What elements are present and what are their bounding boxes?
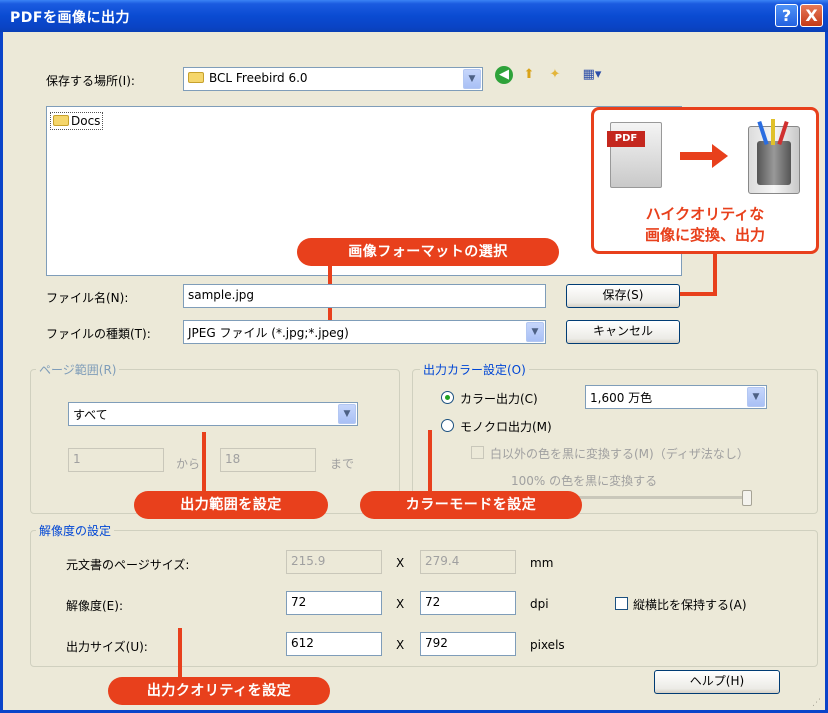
help-button[interactable]: ヘルプ(H) bbox=[654, 670, 780, 694]
page-width-field: 215.9 bbox=[286, 550, 382, 574]
color-depth-value: 1,600 万色 bbox=[590, 391, 653, 405]
arrow-right-icon bbox=[680, 152, 714, 160]
keep-ratio-label[interactable]: 縦横比を保持する(A) bbox=[633, 596, 747, 613]
new-folder-icon[interactable]: ✦ bbox=[546, 66, 564, 84]
pdf-label: PDF bbox=[607, 131, 645, 147]
save-location-combo[interactable]: BCL Freebird 6.0 ▼ bbox=[183, 67, 483, 91]
save-location-label: 保存する場所(I): bbox=[46, 74, 135, 88]
output-size-label: 出力サイズ(U): bbox=[66, 640, 148, 654]
chevron-down-icon[interactable]: ▼ bbox=[526, 322, 544, 342]
save-button[interactable]: 保存(S) bbox=[566, 284, 680, 308]
folder-icon bbox=[188, 72, 204, 83]
up-folder-icon[interactable]: ⬆ bbox=[520, 66, 538, 84]
times-sign: X bbox=[396, 556, 405, 570]
help-title-button[interactable]: ? bbox=[775, 4, 798, 27]
callout-connector bbox=[680, 292, 717, 296]
page-from-input[interactable]: 1 bbox=[68, 448, 164, 472]
callout-pointer bbox=[202, 432, 206, 494]
callout-quality: 出力クオリティを設定 bbox=[108, 677, 330, 705]
chevron-down-icon[interactable]: ▼ bbox=[463, 69, 481, 89]
output-width-input[interactable]: 612 bbox=[286, 632, 382, 656]
black-threshold-slider-track[interactable] bbox=[556, 496, 752, 499]
promo-text: ハイクオリティな 画像に変換、出力 bbox=[594, 204, 816, 246]
mono-white-label: 白以外の色を黒に変換する(M)（ディザ法なし） bbox=[490, 447, 749, 461]
color-radio-label[interactable]: カラー出力(C) bbox=[460, 390, 538, 407]
mono-white-checkbox[interactable] bbox=[471, 446, 484, 459]
filename-label: ファイル名(N): bbox=[46, 291, 129, 305]
filetype-label: ファイルの種類(T): bbox=[46, 327, 151, 341]
page-range-value: すべて bbox=[73, 408, 108, 422]
page-size-label: 元文書のページサイズ: bbox=[66, 558, 190, 572]
color-depth-select[interactable]: 1,600 万色 ▼ bbox=[585, 385, 767, 409]
chevron-down-icon[interactable]: ▼ bbox=[747, 387, 765, 407]
back-icon[interactable]: ◀ bbox=[495, 66, 513, 84]
page-from-label: から bbox=[176, 457, 201, 471]
filename-input[interactable]: sample.jpg bbox=[183, 284, 546, 308]
view-menu-icon[interactable]: ▦▾ bbox=[580, 66, 604, 84]
arrow-head bbox=[712, 144, 728, 168]
slider-label: 100% の色を黒に変換する bbox=[511, 474, 658, 488]
keep-ratio-checkbox[interactable] bbox=[615, 597, 628, 610]
page-range-legend: ページ範囲(R) bbox=[36, 361, 120, 378]
callout-pointer bbox=[428, 430, 432, 494]
mono-radio-label[interactable]: モノクロ出力(M) bbox=[460, 418, 552, 435]
color-radio[interactable] bbox=[441, 391, 454, 404]
filetype-value: JPEG ファイル (*.jpg;*.jpeg) bbox=[188, 326, 349, 340]
dpi-x-input[interactable]: 72 bbox=[286, 591, 382, 615]
close-button[interactable]: X bbox=[800, 4, 823, 27]
dpi-label: 解像度(E): bbox=[66, 599, 123, 613]
chevron-down-icon[interactable]: ▼ bbox=[338, 404, 356, 424]
pdf-document-icon: PDF bbox=[607, 122, 662, 188]
times-sign: X bbox=[396, 638, 405, 652]
callout-range: 出力範囲を設定 bbox=[134, 491, 328, 519]
page-to-label: まで bbox=[330, 457, 355, 471]
resolution-legend: 解像度の設定 bbox=[36, 522, 115, 539]
cancel-button[interactable]: キャンセル bbox=[566, 320, 680, 344]
page-to-input[interactable]: 18 bbox=[220, 448, 316, 472]
promo-line-2: 画像に変換、出力 bbox=[644, 226, 765, 244]
save-location-value: BCL Freebird 6.0 bbox=[209, 71, 308, 85]
page-height-field: 279.4 bbox=[420, 550, 516, 574]
dpi-unit: dpi bbox=[530, 597, 549, 611]
dpi-y-input[interactable]: 72 bbox=[420, 591, 516, 615]
mono-radio[interactable] bbox=[441, 419, 454, 432]
black-threshold-slider-thumb[interactable] bbox=[742, 490, 752, 506]
callout-connector bbox=[713, 254, 717, 296]
promo-line-1: ハイクオリティな bbox=[645, 205, 765, 223]
resize-grip-icon[interactable]: ⋰ bbox=[812, 698, 822, 708]
callout-pointer bbox=[178, 628, 182, 680]
times-sign: X bbox=[396, 597, 405, 611]
image-tools-icon bbox=[748, 119, 800, 194]
page-unit: mm bbox=[530, 556, 554, 570]
callout-format: 画像フォーマットの選択 bbox=[297, 238, 559, 266]
list-item[interactable]: Docs bbox=[50, 112, 104, 130]
list-item-label: Docs bbox=[71, 114, 101, 128]
output-height-input[interactable]: 792 bbox=[420, 632, 516, 656]
output-color-legend: 出力カラー設定(O) bbox=[420, 361, 529, 378]
filetype-select[interactable]: JPEG ファイル (*.jpg;*.jpeg) ▼ bbox=[183, 320, 546, 344]
callout-color: カラーモードを設定 bbox=[360, 491, 582, 519]
page-range-select[interactable]: すべて ▼ bbox=[68, 402, 358, 426]
folder-icon bbox=[53, 115, 69, 126]
window-title: PDFを画像に出力 bbox=[10, 10, 130, 26]
output-unit: pixels bbox=[530, 638, 565, 652]
